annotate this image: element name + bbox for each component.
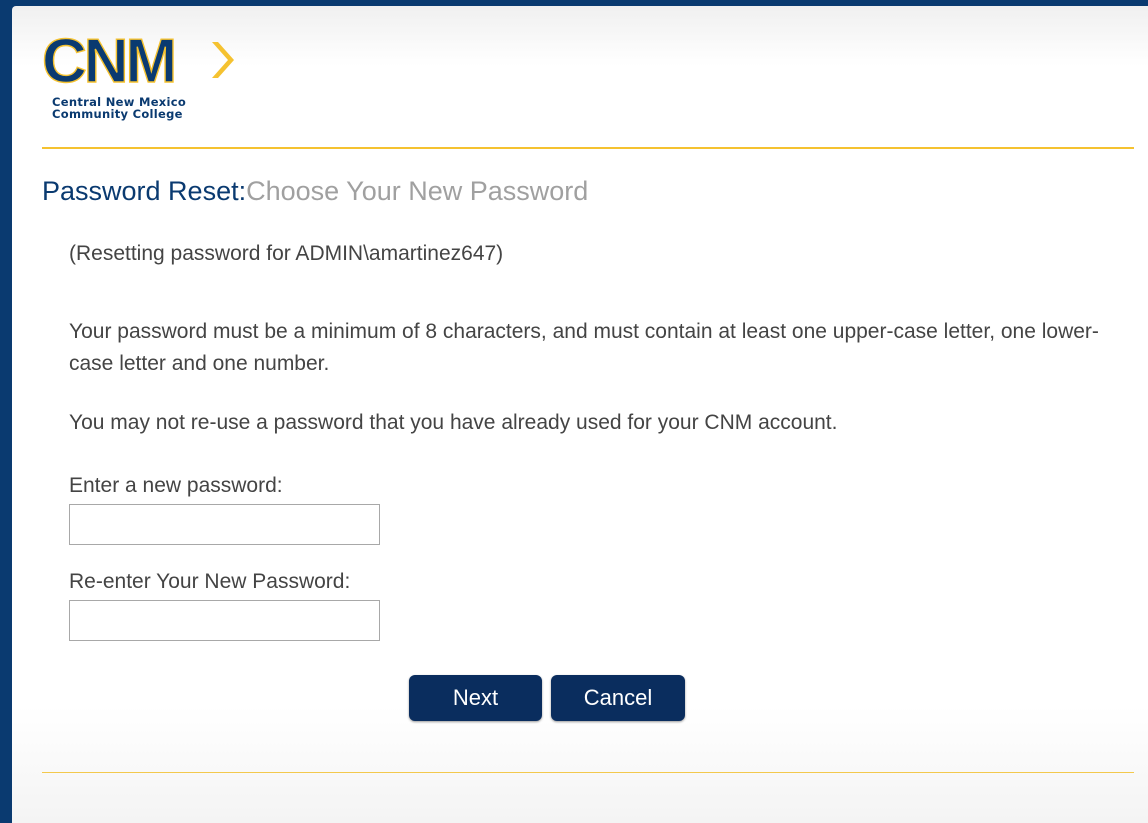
confirm-password-field[interactable] xyxy=(69,600,380,641)
next-button[interactable]: Next xyxy=(409,675,542,721)
password-reuse-text: You may not re-use a password that you h… xyxy=(69,411,838,434)
new-password-field[interactable] xyxy=(69,504,380,545)
page-title: Password Reset:Choose Your New Password xyxy=(42,176,588,207)
logo-subtitle-line2: Community College xyxy=(52,107,183,121)
cnm-logo-mark: CNM xyxy=(42,30,234,90)
page-title-sub: Choose Your New Password xyxy=(246,176,589,206)
page-title-main: Password Reset: xyxy=(42,176,247,206)
account-info-text: (Resetting password for ADMIN\amartinez6… xyxy=(69,242,504,265)
cancel-button[interactable]: Cancel xyxy=(551,675,685,721)
logo-subtitle: Central New Mexico Community College xyxy=(52,96,186,120)
svg-text:CNM: CNM xyxy=(42,30,174,90)
header-divider xyxy=(42,147,1134,149)
password-requirements-text: Your password must be a minimum of 8 cha… xyxy=(69,320,1099,375)
footer-divider xyxy=(42,772,1134,773)
cnm-logo: CNM Central New Mexico Community College xyxy=(42,30,272,130)
main-panel: CNM Central New Mexico Community College… xyxy=(12,6,1148,823)
new-password-label: Enter a new password: xyxy=(69,474,283,497)
confirm-password-label: Re-enter Your New Password: xyxy=(69,570,351,593)
